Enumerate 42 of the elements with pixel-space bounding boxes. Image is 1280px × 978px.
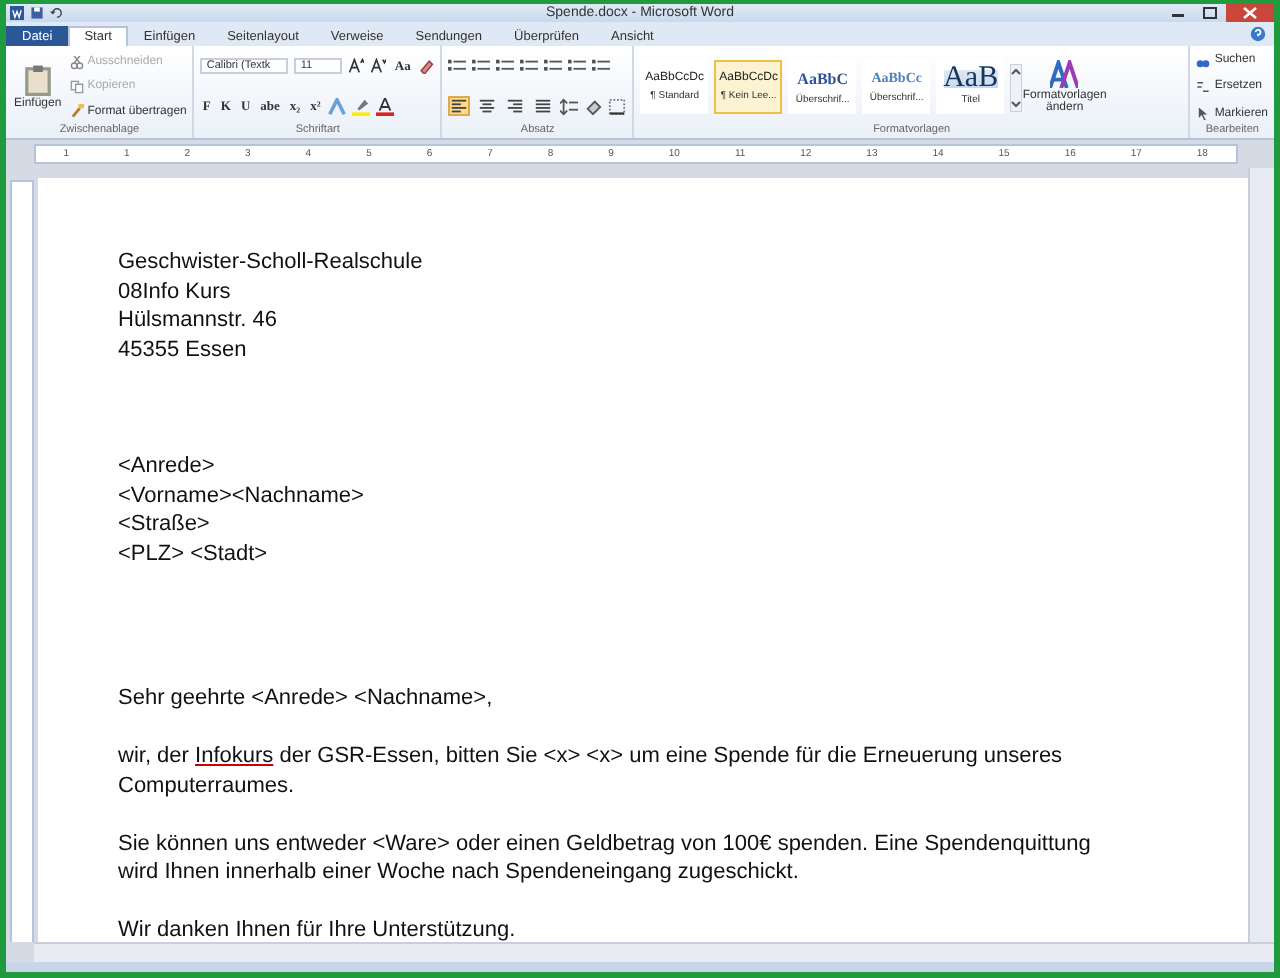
text-line: <Anrede> xyxy=(118,452,217,481)
clipboard-icon xyxy=(21,64,54,96)
text-line: <PLZ> <Stadt> xyxy=(118,539,270,568)
shrink-font-icon[interactable] xyxy=(370,58,387,75)
bullet-list-icon xyxy=(448,57,467,76)
text-line: Wir danken Ihnen für Ihre Unterstützung. xyxy=(118,916,518,942)
borders-icon xyxy=(608,97,627,116)
text-line: Geschwister-Scholl-Realschule xyxy=(118,248,425,277)
align-button[interactable] xyxy=(532,96,555,117)
font-color-icon[interactable] xyxy=(376,97,395,116)
highlighter-icon[interactable] xyxy=(352,97,371,116)
scissors-icon xyxy=(69,55,84,70)
text-line: Sie können uns entweder <Ware> oder einen Geldbetrag von 100€ spenden. Eine Spendenquittung xyxy=(118,829,1093,858)
text-effect-icon[interactable] xyxy=(328,97,347,116)
text-line: Computerraumes. xyxy=(118,771,297,800)
undo-icon[interactable] xyxy=(50,6,64,20)
copy-icon xyxy=(69,79,84,94)
close-icon[interactable] xyxy=(1226,4,1274,22)
text-line: <Straße> xyxy=(118,510,212,539)
shading-icon xyxy=(584,97,603,116)
horizontal-scrollbar[interactable] xyxy=(34,942,1274,962)
text-line: Sehr geehrte <Anrede> <Nachname>, xyxy=(118,684,495,713)
text-line: Hülsmannstr. 46 xyxy=(118,306,279,335)
align-button[interactable] xyxy=(448,96,471,117)
save-icon[interactable] xyxy=(30,6,44,20)
scroll-arrows-icon[interactable] xyxy=(1010,63,1023,111)
text-line: 08Info Kurs xyxy=(118,277,233,306)
word-logo-icon xyxy=(10,6,24,20)
align-button[interactable] xyxy=(504,96,527,117)
help-icon[interactable] xyxy=(1250,26,1266,42)
grow-font-icon[interactable] xyxy=(348,58,365,75)
text-line: 45355 Essen xyxy=(118,335,249,364)
text-line: wird Ihnen innerhalb einer Woche nach Spendeneingang zugeschickt. xyxy=(118,858,801,887)
text-line: <Vorname><Nachname> xyxy=(118,481,366,510)
vertical-scrollbar[interactable] xyxy=(1248,168,1274,942)
cursor-icon xyxy=(1196,106,1211,121)
line-spacing-icon xyxy=(560,97,579,116)
align-button[interactable] xyxy=(476,96,499,117)
clear-format-icon[interactable] xyxy=(418,58,435,75)
styles-icon xyxy=(1050,60,1079,88)
paintbrush-icon xyxy=(69,104,84,119)
text-line: wir, der Infokurs der GSR-Essen, bitten Sie <x> <x> um eine Spende für die Erneuerung unseres xyxy=(118,742,1065,771)
